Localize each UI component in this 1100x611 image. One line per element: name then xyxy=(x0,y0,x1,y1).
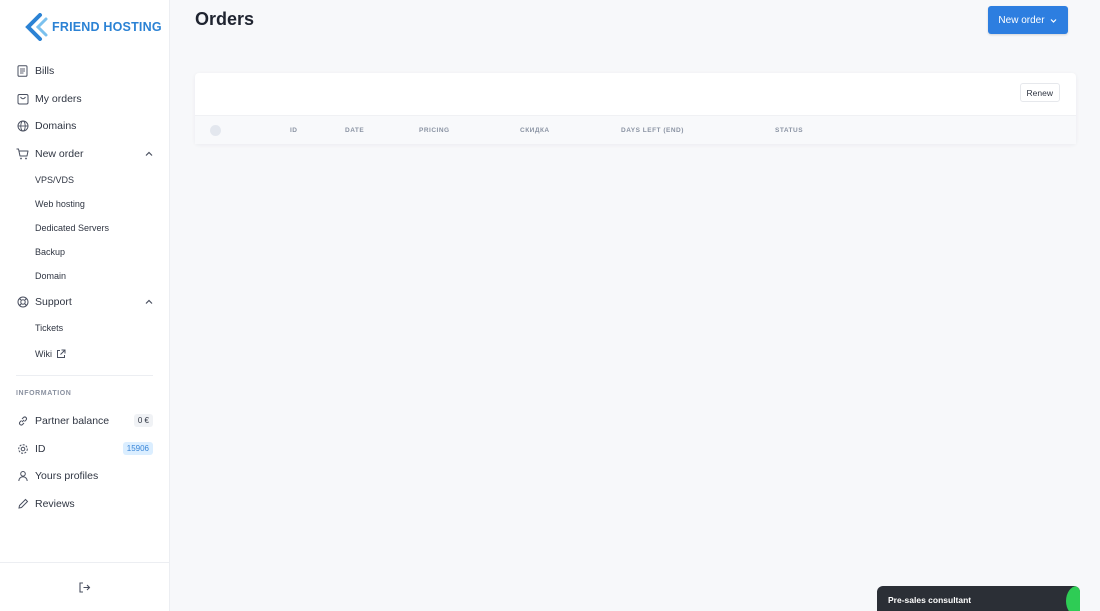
sidebar-divider xyxy=(16,375,153,376)
sidebar-item-label: Bills xyxy=(35,64,55,77)
chevron-up-icon[interactable] xyxy=(144,297,154,307)
column-header-status[interactable]: STATUS xyxy=(775,127,803,134)
presales-chat-widget[interactable]: Pre-sales consultant xyxy=(877,586,1080,611)
sidebar-subitem-vps-vds[interactable]: VPS/VDS xyxy=(0,168,170,192)
sidebar-item-support[interactable]: Support xyxy=(0,288,170,316)
new-order-label: New order xyxy=(998,14,1045,26)
sidebar-item-label: ID xyxy=(35,442,46,455)
chat-status-indicator xyxy=(1066,586,1080,611)
cart-icon xyxy=(16,147,29,160)
sidebar-subitem-domain[interactable]: Domain xyxy=(0,264,170,288)
cart-box-icon xyxy=(16,92,29,105)
sidebar-item-label: Yours profiles xyxy=(35,470,99,483)
brand-logo[interactable]: FRIEND HOSTING xyxy=(24,12,162,42)
globe-icon xyxy=(16,120,29,133)
sidebar-item-label: Domains xyxy=(35,120,77,133)
new-order-button[interactable]: New order xyxy=(988,6,1068,34)
sidebar-item-reviews[interactable]: Reviews xyxy=(0,490,170,518)
user-icon xyxy=(16,470,29,483)
sidebar-item-bills[interactable]: Bills xyxy=(0,57,170,85)
balance-badge: 0 € xyxy=(133,414,153,428)
sidebar-item-domains[interactable]: Domains xyxy=(0,112,170,140)
information-section-label: INFORMATION xyxy=(16,390,72,397)
brand-logo-icon xyxy=(24,13,50,41)
sidebar-item-label: Partner balance xyxy=(35,414,110,427)
id-badge: 15906 xyxy=(122,442,153,456)
sidebar-item-label: New order xyxy=(35,147,84,160)
chevron-down-icon xyxy=(1050,18,1056,23)
link-icon xyxy=(16,414,29,427)
external-link-icon xyxy=(56,349,66,359)
select-all-checkbox[interactable] xyxy=(210,125,221,136)
renew-button[interactable]: Renew xyxy=(1019,83,1060,102)
information-section: Partner balance 0 € ID 15906 Yours profi… xyxy=(0,407,170,518)
sidebar-subitem-dedicated-servers[interactable]: Dedicated Servers xyxy=(0,216,170,240)
presales-chat-label: Pre-sales consultant xyxy=(888,595,972,605)
sidebar-subitem-label: Wiki xyxy=(35,349,52,360)
gear-icon xyxy=(16,442,29,455)
logout-icon[interactable] xyxy=(78,581,91,594)
sidebar-nav: Bills My orders Domains New order VPS/VD… xyxy=(0,57,170,367)
sidebar-subitem-web-hosting[interactable]: Web hosting xyxy=(0,192,170,216)
column-header-discount[interactable]: СКИДКА xyxy=(520,127,550,134)
sidebar-footer-divider xyxy=(0,562,169,563)
sidebar-item-new-order[interactable]: New order xyxy=(0,140,170,168)
chevron-up-icon[interactable] xyxy=(144,149,154,159)
sidebar: FRIEND HOSTING Bills My orders Domains N… xyxy=(0,0,170,611)
sidebar-item-id[interactable]: ID 15906 xyxy=(0,435,170,463)
sidebar-item-partner-balance[interactable]: Partner balance 0 € xyxy=(0,407,170,435)
sidebar-item-label: Support xyxy=(35,295,72,308)
sidebar-item-my-orders[interactable]: My orders xyxy=(0,85,170,113)
pencil-icon xyxy=(16,498,29,511)
sidebar-item-label: Reviews xyxy=(35,498,75,511)
document-icon xyxy=(16,64,29,77)
column-header-date[interactable]: DATE xyxy=(345,127,364,134)
table-header: ID DATE PRICING СКИДКА DAYS LEFT (END) S… xyxy=(195,115,1076,144)
page-title: Orders xyxy=(195,9,255,29)
column-header-pricing[interactable]: PRICING xyxy=(419,127,450,134)
sidebar-item-label: My orders xyxy=(35,92,82,105)
sidebar-subitem-tickets[interactable]: Tickets xyxy=(0,315,170,341)
column-header-id[interactable]: ID xyxy=(290,127,298,134)
lifebuoy-icon xyxy=(16,295,29,308)
orders-table-card: Renew ID DATE PRICING СКИДКА DAYS LEFT (… xyxy=(195,73,1076,144)
column-header-days-left[interactable]: DAYS LEFT (END) xyxy=(621,127,684,134)
sidebar-subitem-wiki[interactable]: Wiki xyxy=(0,341,170,367)
sidebar-item-yours-profiles[interactable]: Yours profiles xyxy=(0,463,170,491)
brand-name: FRIEND HOSTING xyxy=(52,20,162,34)
sidebar-subitem-backup[interactable]: Backup xyxy=(0,240,170,264)
